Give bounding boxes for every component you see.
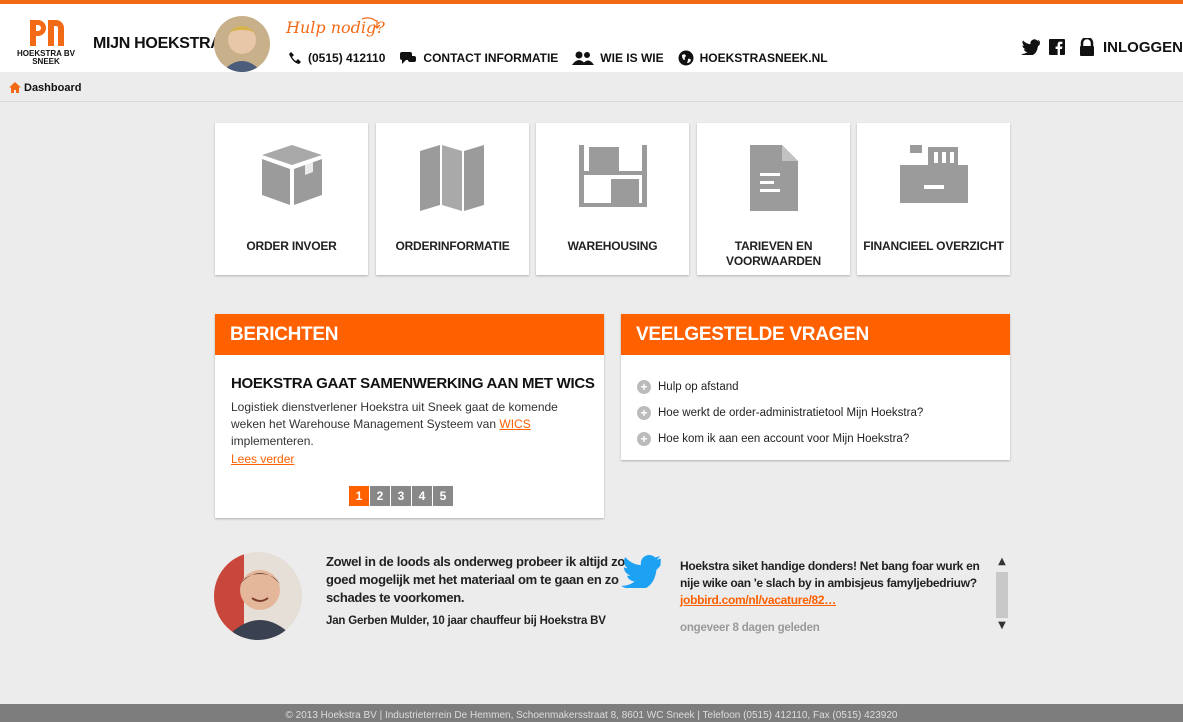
tile-tarieven-en-voorwaarden[interactable]: TARIEVEN EN VOORWAARDEN (697, 123, 850, 275)
news-panel: BERICHTEN HOEKSTRA GAAT SAMENWERKING AAN… (215, 314, 604, 518)
plus-icon: + (637, 406, 651, 420)
plus-icon: + (637, 432, 651, 446)
tile-label: ORDER INVOER (246, 239, 337, 253)
shelf-icon (578, 145, 647, 207)
who-is-who-label: WIE IS WIE (600, 51, 664, 65)
tweet-timestamp: ongeveer 8 dagen geleden (680, 622, 820, 634)
faq-question: Hoe kom ik aan een account voor Mijn Hoe… (658, 433, 910, 445)
map-icon (419, 145, 484, 211)
breadcrumb: Dashboard (0, 74, 1183, 102)
login-link[interactable]: INLOGGEN (1103, 39, 1183, 56)
right-nav: INLOGGEN (1020, 38, 1183, 56)
faq-list: + Hulp op afstand + Hoe werkt de order-a… (637, 374, 923, 452)
faq-item[interactable]: + Hoe werkt de order-administratietool M… (637, 400, 923, 426)
tile-order-invoer[interactable]: ORDER INVOER (215, 123, 368, 275)
arrow-down-icon (361, 17, 380, 29)
footer: © 2013 Hoekstra BV | Industrieterrein De… (0, 704, 1183, 722)
testimonial-quote: Zowel in de loods als onderweg probeer i… (326, 554, 625, 605)
tweet: Hoekstra siket handige donders! Net bang… (680, 558, 995, 609)
tile-orderinformatie[interactable]: ORDERINFORMATIE (376, 123, 529, 275)
news-pagination: 1 2 3 4 5 (349, 486, 454, 506)
top-nav: (0515) 412110 CONTACT INFORMATIE WIE IS … (288, 50, 842, 66)
read-more-link[interactable]: Lees verder (231, 452, 294, 466)
news-text-end: implementeren. (231, 434, 314, 448)
chevron-down-icon[interactable]: ▼ (995, 620, 1009, 631)
phone-number: (0515) 412110 (308, 51, 386, 65)
lock-icon (1079, 38, 1094, 56)
who-is-who-link[interactable]: WIE IS WIE (572, 51, 664, 65)
page-button[interactable]: 5 (433, 486, 453, 506)
facebook-icon[interactable] (1048, 39, 1065, 55)
tile-warehousing[interactable]: WAREHOUSING (536, 123, 689, 275)
faq-question: Hoe werkt de order-administratietool Mij… (658, 407, 924, 419)
logo-mark-icon (30, 20, 64, 46)
news-body: Logistiek dienstverlener Hoekstra uit Sn… (231, 399, 581, 450)
testimonial-author: Jan Gerben Mulder, 10 jaar chauffeur bij… (326, 615, 606, 627)
company-logo[interactable]: HOEKSTRA BV SNEEK (8, 16, 84, 68)
website-label: HOEKSTRASNEEK.NL (699, 51, 828, 65)
news-heading: BERICHTEN (215, 314, 604, 355)
top-header: HOEKSTRA BV SNEEK MIJN HOEKSTRA Hulp nod… (0, 0, 1183, 72)
tile-label: TARIEVEN EN VOORWAARDEN (726, 239, 821, 268)
wics-link[interactable]: WICS (499, 417, 530, 431)
globe-icon (678, 50, 694, 66)
twitter-bird-icon (621, 554, 661, 588)
home-icon[interactable] (9, 82, 21, 93)
contact-link[interactable]: CONTACT INFORMATIE (399, 51, 558, 65)
tweet-link[interactable]: jobbird.com/nl/vacature/82… (680, 593, 836, 607)
page-button[interactable]: 4 (412, 486, 432, 506)
people-icon (572, 51, 595, 65)
page-button[interactable]: 3 (391, 486, 411, 506)
person-photo-icon (214, 16, 270, 72)
avatar (214, 16, 270, 72)
cash-register-icon (899, 145, 968, 203)
logo-subtext: SNEEK (32, 57, 60, 66)
breadcrumb-dashboard[interactable]: Dashboard (24, 82, 81, 94)
tile-label: ORDERINFORMATIE (395, 239, 510, 253)
app-title[interactable]: MIJN HOEKSTRA (93, 35, 222, 53)
tile-financieel-overzicht[interactable]: FINANCIEEL OVERZICHT (857, 123, 1010, 275)
faq-heading: VEELGESTELDE VRAGEN (621, 314, 1010, 355)
testimonial-photo (214, 552, 302, 640)
page-button[interactable]: 1 (349, 486, 369, 506)
faq-item[interactable]: + Hulp op afstand (637, 374, 923, 400)
website-link[interactable]: HOEKSTRASNEEK.NL (678, 50, 828, 66)
page-button[interactable]: 2 (370, 486, 390, 506)
phone-icon (289, 52, 301, 64)
scrollbar-thumb[interactable] (996, 572, 1008, 618)
faq-question: Hulp op afstand (658, 381, 739, 393)
box-icon (261, 145, 322, 205)
plus-icon: + (637, 380, 651, 394)
chat-icon (400, 52, 417, 64)
person-photo-icon (214, 552, 302, 640)
phone-link[interactable]: (0515) 412110 (288, 51, 385, 65)
chevron-up-icon[interactable]: ▲ (995, 556, 1009, 567)
tweet-text: Hoekstra siket handige donders! Net bang… (680, 559, 980, 590)
faq-panel: VEELGESTELDE VRAGEN + Hulp op afstand + … (621, 314, 1010, 460)
tweet-scrollbar[interactable]: ▲ ▼ (995, 556, 1009, 634)
document-icon (749, 145, 798, 211)
tile-label: FINANCIEEL OVERZICHT (863, 239, 1004, 253)
news-title[interactable]: HOEKSTRA GAAT SAMENWERKING AAN MET WICS (231, 375, 595, 392)
faq-item[interactable]: + Hoe kom ik aan een account voor Mijn H… (637, 426, 923, 452)
twitter-icon[interactable] (1020, 39, 1041, 55)
contact-label: CONTACT INFORMATIE (423, 51, 559, 65)
tile-label: WAREHOUSING (567, 239, 658, 253)
